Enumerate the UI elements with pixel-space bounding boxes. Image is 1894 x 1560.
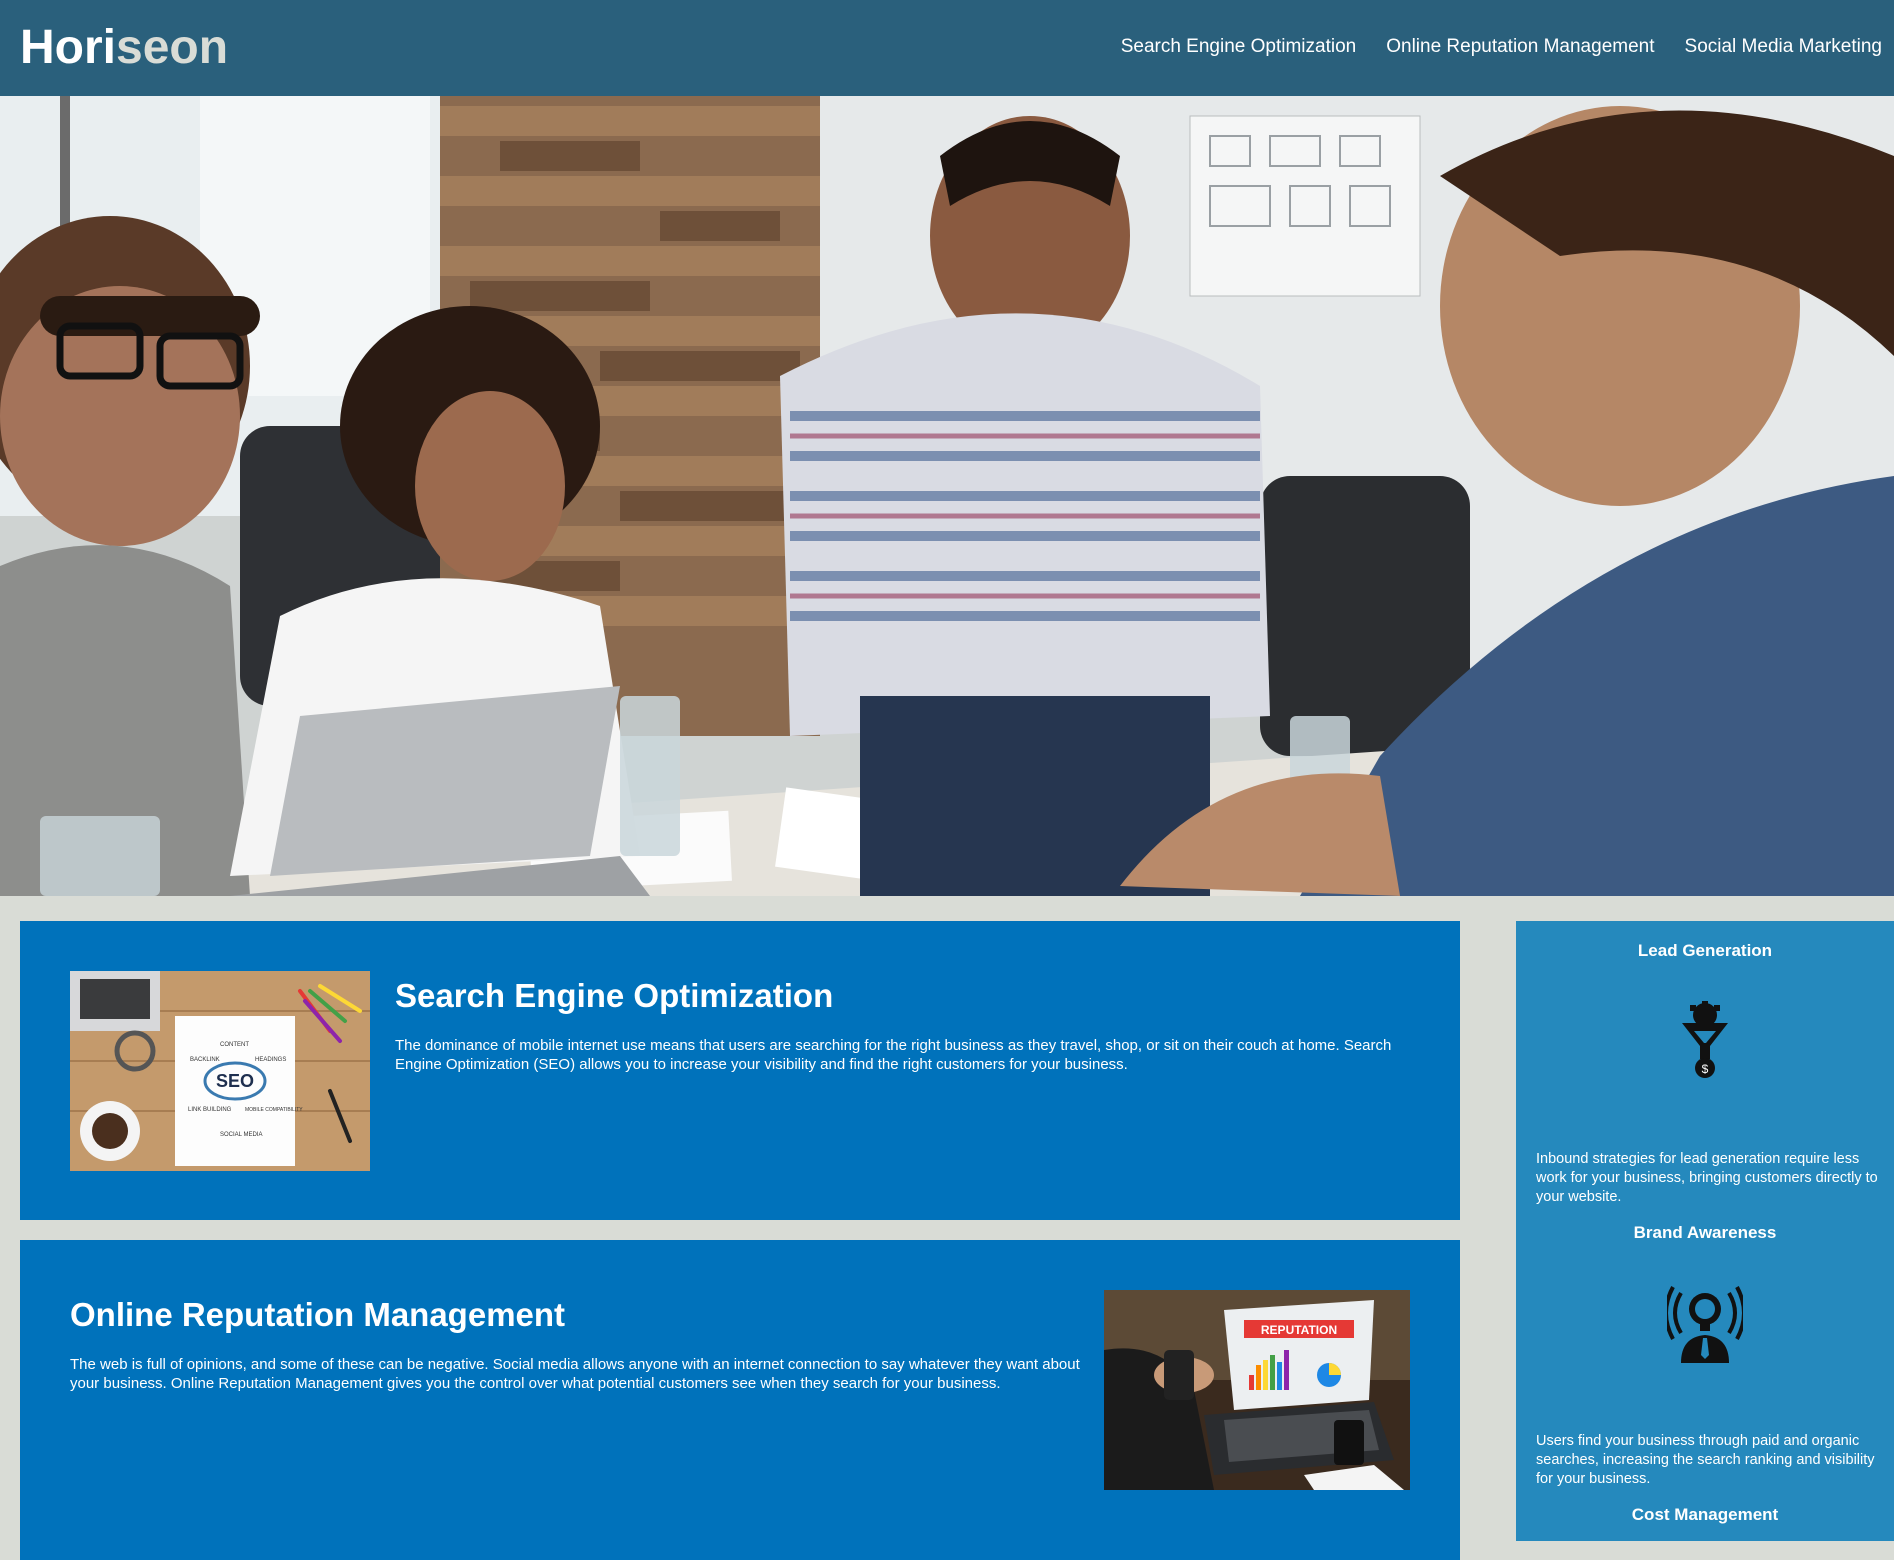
reputation-image-text: REPUTATION [1261,1323,1337,1337]
hero-image [0,96,1894,896]
benefit-cost-management: Cost Management [1516,1505,1894,1545]
seo-image-text: BACKLINK [190,1057,220,1063]
nav-link-seo[interactable]: Search Engine Optimization [1121,36,1357,58]
benefit-lead-generation: Lead Generation $ Inbound strategies for… [1516,941,1894,1211]
nav-link-reputation[interactable]: Online Reputation Management [1386,36,1654,58]
seo-image-text: LINK BUILDING [188,1107,232,1113]
seo-title: Search Engine Optimization [395,977,834,1014]
site-header: Horiseon Search Engine Optimization Onli… [0,0,1894,96]
benefit-text: Inbound strategies for lead generation r… [1536,1151,1878,1205]
seo-image-text: SOCIAL MEDIA [220,1132,262,1138]
seo-image-text: HEADINGS [255,1057,286,1063]
benefits-aside: Lead Generation $ Inbound strategies for… [1516,921,1894,1541]
seo-image-text: SEO [216,1071,254,1091]
benefit-text: Users find your business through paid an… [1536,1433,1875,1487]
reputation-laptop-image: REPUTATION [1104,1290,1410,1490]
reputation-text: The web is full of opinions, and some of… [70,1356,1080,1392]
main-nav: Search Engine Optimization Online Reputa… [1091,36,1882,58]
site-logo[interactable]: Horiseon [20,20,228,75]
seo-section: SEO CONTENT BACKLINK HEADINGS LINK BUILD… [20,921,1460,1220]
seo-image-text: CONTENT [220,1042,249,1048]
benefit-title: Cost Management [1631,1505,1779,1524]
svg-text:$: $ [1702,1062,1709,1076]
benefit-title: Lead Generation [1637,941,1773,960]
seo-image-text: MOBILE COMPATIBILITY [245,1107,303,1113]
seo-text: The dominance of mobile internet use mea… [395,1037,1392,1073]
logo-accent: seon [116,21,229,74]
benefit-title: Brand Awareness [1633,1223,1777,1242]
logo-main: Hori [20,21,116,74]
nav-link-social-media[interactable]: Social Media Marketing [1685,36,1882,58]
seo-notebook-image: SEO CONTENT BACKLINK HEADINGS LINK BUILD… [70,971,370,1171]
reputation-section: Online Reputation Management The web is … [20,1240,1460,1560]
benefit-brand-awareness: Brand Awareness Users find your business… [1516,1223,1894,1493]
funnel-gear-icon: $ [1682,1001,1728,1078]
reputation-title: Online Reputation Management [70,1296,566,1333]
lightbulb-person-icon [1667,1286,1743,1363]
